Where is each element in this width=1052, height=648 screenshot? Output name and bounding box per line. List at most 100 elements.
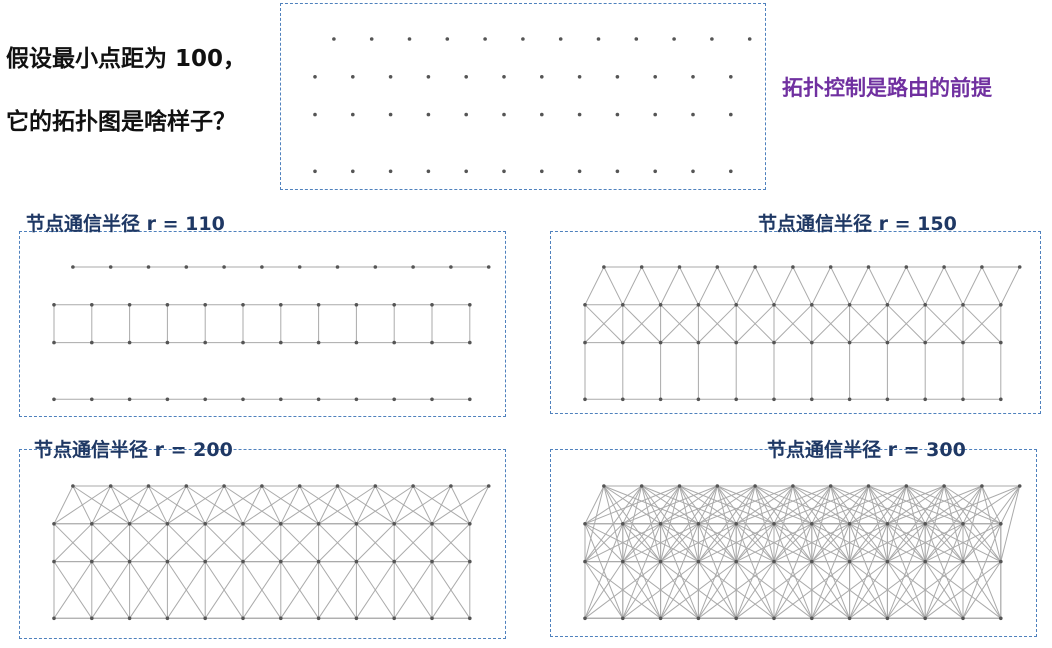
- layout-node: [653, 169, 657, 174]
- r150-node: [866, 265, 871, 269]
- r200-node: [279, 559, 283, 564]
- layout-node: [426, 112, 431, 117]
- r110-node: [90, 303, 94, 307]
- r200-edge: [393, 485, 452, 525]
- layout-node: [388, 169, 393, 174]
- node-layout-graph: [313, 37, 752, 174]
- r200-edge: [91, 485, 149, 525]
- r110-node: [165, 303, 170, 307]
- r200-node: [373, 484, 378, 488]
- r110-node: [241, 303, 245, 307]
- layout-node: [729, 112, 733, 117]
- r300-node: [810, 522, 814, 526]
- layout-node: [691, 112, 695, 117]
- layout-node: [596, 37, 601, 41]
- r300-edge: [584, 485, 605, 525]
- r200-node: [260, 484, 264, 488]
- layout-node: [540, 75, 544, 79]
- r110-node: [127, 303, 132, 307]
- r300-node: [583, 559, 587, 564]
- r300-node: [677, 484, 682, 488]
- r110-node: [241, 340, 245, 345]
- layout-node: [502, 112, 506, 117]
- r150-node: [715, 265, 720, 269]
- r200-node: [449, 484, 453, 488]
- r200-node: [127, 522, 132, 526]
- r200-edge: [204, 485, 225, 525]
- r200-node: [108, 484, 113, 488]
- r200-node: [279, 522, 283, 526]
- r110-node: [468, 340, 472, 345]
- r300-node: [923, 522, 927, 526]
- r110-node: [52, 303, 56, 307]
- r150-node: [772, 397, 776, 402]
- r300-node: [847, 522, 852, 526]
- r150-edge: [697, 266, 718, 306]
- r200-node: [203, 616, 207, 621]
- r150-edge: [943, 266, 964, 306]
- r200-node: [203, 522, 207, 526]
- r200-node: [71, 484, 75, 488]
- r200-edge: [166, 485, 187, 525]
- r300-node: [772, 522, 776, 526]
- r150-edge: [754, 266, 775, 306]
- r150-node: [885, 340, 890, 345]
- layout-node: [691, 169, 695, 174]
- layout-node: [653, 75, 657, 79]
- r300-node: [772, 616, 776, 621]
- r300-node: [885, 559, 890, 564]
- r200-node: [430, 559, 434, 564]
- r200-edge: [129, 485, 149, 525]
- r200-edge: [167, 485, 225, 525]
- r300-node: [904, 484, 909, 488]
- r200-node: [52, 559, 56, 564]
- r150-edge: [811, 266, 832, 306]
- r150-edge: [905, 266, 926, 306]
- r150-node: [583, 303, 587, 307]
- r300-node: [715, 484, 720, 488]
- r150-node: [923, 397, 927, 402]
- r150-node: [734, 397, 738, 402]
- r150-node: [810, 340, 814, 345]
- layout-node: [464, 75, 468, 79]
- r200-edge: [53, 485, 111, 525]
- r150-node: [734, 303, 738, 307]
- r110-node: [468, 397, 472, 402]
- r300-node: [696, 616, 701, 621]
- r300-node: [923, 559, 927, 564]
- r200-edge: [356, 485, 414, 525]
- r300-node: [583, 522, 587, 526]
- r150-edge: [924, 266, 945, 306]
- layout-node: [540, 112, 544, 117]
- layout-node: [426, 169, 431, 174]
- r150-node: [942, 265, 946, 269]
- r200-edge: [393, 485, 414, 525]
- r300-node: [734, 522, 738, 526]
- layout-node: [351, 169, 355, 174]
- r150-node: [923, 303, 927, 307]
- r300-node: [999, 616, 1003, 621]
- layout-node: [577, 112, 582, 117]
- r200-node: [222, 484, 226, 488]
- r300-node: [734, 559, 738, 564]
- layout-node: [634, 37, 639, 41]
- r110-node: [316, 397, 321, 402]
- r300-edge: [1000, 485, 1021, 562]
- r200-edge: [431, 485, 489, 525]
- r110-node: [203, 340, 207, 345]
- r200-node: [203, 559, 207, 564]
- r110-node: [203, 397, 207, 402]
- r300-node: [621, 559, 625, 564]
- r150-node: [658, 340, 663, 345]
- r150-node: [772, 303, 776, 307]
- layout-node: [332, 37, 336, 41]
- r150-node: [639, 265, 644, 269]
- r300-node: [1017, 484, 1022, 488]
- r300-edge: [1000, 485, 1021, 525]
- r150-edge: [622, 266, 643, 306]
- r300-node: [810, 559, 814, 564]
- r150-node: [847, 303, 852, 307]
- r300-node: [923, 616, 927, 621]
- r200-node: [316, 559, 321, 564]
- r300-node: [828, 484, 833, 488]
